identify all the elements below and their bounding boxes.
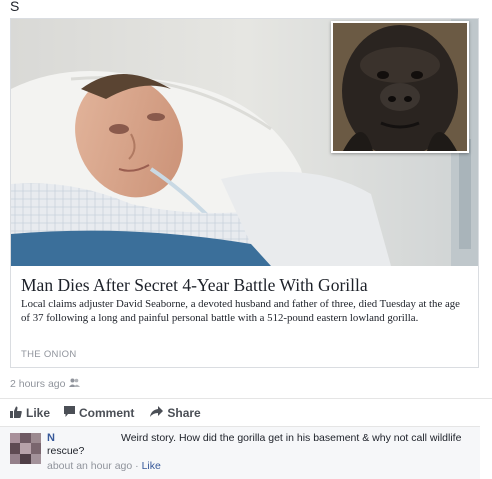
friends-icon[interactable] (69, 378, 81, 390)
article-description: Local claims adjuster David Seaborne, a … (21, 298, 460, 324)
share-button[interactable]: Share (150, 406, 201, 420)
comment-author[interactable]: N (47, 432, 55, 444)
comments-section: Weird story. How did the gorilla get in … (0, 426, 480, 479)
share-arrow-icon (150, 406, 164, 420)
comment-label: Comment (79, 406, 135, 420)
gorilla-inset-photo (331, 21, 469, 153)
comment-button[interactable]: Comment (64, 406, 134, 420)
comment-time[interactable]: about an hour ago (47, 460, 132, 472)
comment-like-link[interactable]: Like (142, 460, 161, 472)
like-button[interactable]: Like (10, 406, 50, 421)
avatar[interactable] (10, 433, 41, 464)
post-meta: 2 hours ago (10, 378, 81, 390)
link-preview-card[interactable]: Man Dies After Secret 4-Year Battle With… (10, 18, 479, 368)
post-actions-bar: Like Comment Share (0, 398, 492, 427)
gorilla-face-image (333, 23, 467, 151)
thumbs-up-icon (10, 406, 22, 421)
comment-body: Weird story. How did the gorilla get in … (47, 432, 462, 457)
article-source: THE ONION (21, 349, 77, 360)
meta-separator: · (135, 460, 139, 472)
post-timestamp[interactable]: 2 hours ago (10, 378, 65, 390)
comment-meta: about an hour ago · Like (47, 460, 161, 472)
share-label: Share (167, 406, 201, 420)
like-label: Like (26, 406, 51, 420)
article-headline[interactable]: Man Dies After Secret 4-Year Battle With… (21, 274, 471, 296)
truncated-header-letter: S (10, 0, 20, 14)
speech-bubble-icon (64, 406, 76, 420)
article-hero-image[interactable] (11, 19, 478, 266)
